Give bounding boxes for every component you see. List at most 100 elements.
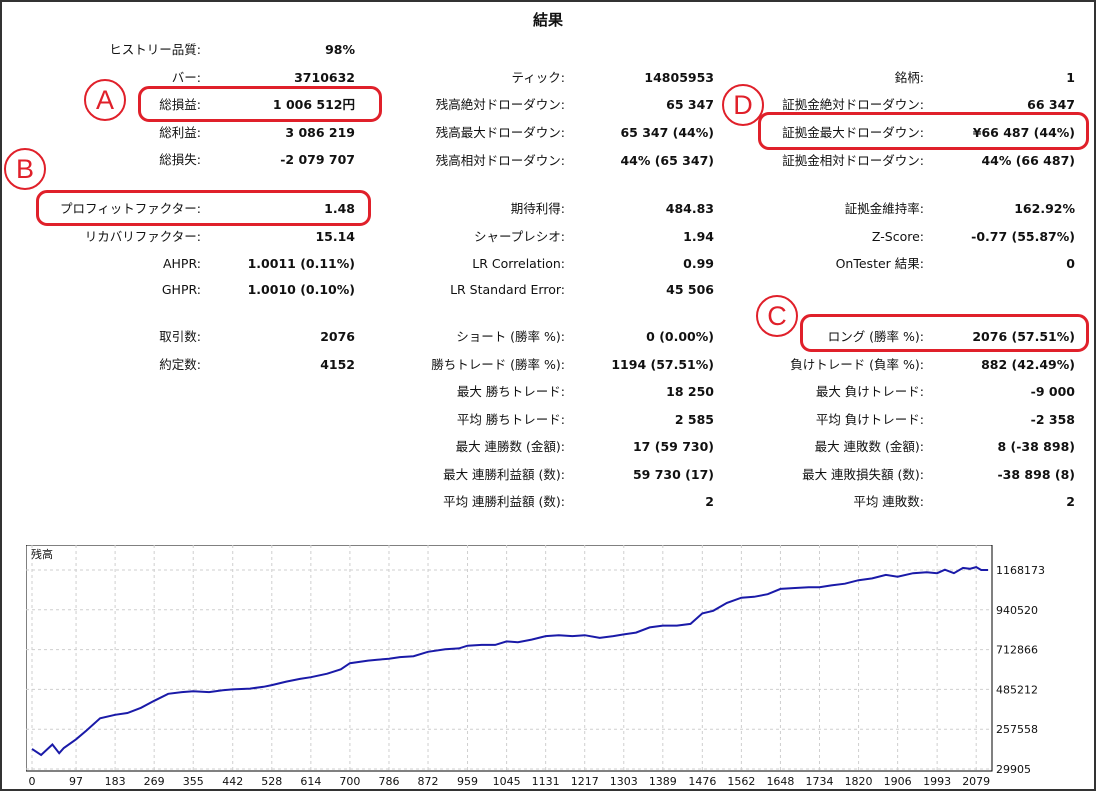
x-tick-label: 528 [261,775,282,788]
highlight-total-profit [138,86,382,122]
x-tick-label: 786 [378,775,399,788]
highlight-equity-max-drawdown [758,112,1089,150]
x-tick-label: 269 [144,775,165,788]
y-tick-label: 29905 [996,763,1031,776]
stat-label: 最大 連勝数 (金額): [455,439,565,454]
x-tick-label: 2079 [962,775,990,788]
x-tick-label: 1303 [610,775,638,788]
stat-value: 2076 [320,329,355,344]
stat-value: 44% (66 487) [981,153,1075,168]
marker-c: C [756,295,798,337]
stat-label: 最大 負けトレード: [815,384,924,399]
stat-value: 1.94 [683,229,714,244]
stat-label: 最大 勝ちトレード: [456,384,565,399]
stat-value: 65 347 (44%) [620,125,714,140]
x-tick-label: 1820 [845,775,873,788]
stat-value: 3 086 219 [285,125,355,140]
stat-label: シャープレシオ: [474,229,565,244]
stat-value: 1.0010 (0.10%) [247,282,355,297]
stat-label: 平均 連敗数: [853,494,924,509]
x-tick-label: 1217 [571,775,599,788]
stat-label: LR Correlation: [472,256,565,271]
stat-label: Z-Score: [871,229,924,244]
stat-value: 65 347 [666,97,714,112]
stat-label: 負けトレード (負率 %): [790,357,924,372]
stat-label: ショート (勝率 %): [456,329,565,344]
stat-value: 1194 (57.51%) [611,357,714,372]
stat-value: 4152 [320,357,355,372]
stat-label: OnTester 結果: [835,256,924,271]
highlight-profit-factor [36,190,371,226]
stat-value: 2 [1066,494,1075,509]
x-tick-label: 1734 [806,775,834,788]
stat-value: 8 (-38 898) [997,439,1075,454]
x-tick-label: 1389 [649,775,677,788]
stat-value: 14805953 [644,70,714,85]
x-tick-label: 442 [222,775,243,788]
balance-chart: 1168173 940520 712866 485212 257558 29905 0 97… [26,545,1045,788]
marker-b: B [4,148,46,190]
x-tick-label: 1131 [532,775,560,788]
stat-value: 0 [1066,256,1075,271]
stat-label: 総損失: [159,152,201,167]
stat-value: 44% (65 347) [620,153,714,168]
stat-value: -2 358 [1030,412,1075,427]
stat-value: -9 000 [1030,384,1075,399]
x-tick-label: 1045 [493,775,521,788]
stat-label: 取引数: [159,329,201,344]
stat-value: 0.99 [683,256,714,271]
stat-label: 平均 勝ちトレード: [456,412,565,427]
stat-label: ヒストリー品質: [109,42,201,57]
stat-value: 162.92% [1014,201,1075,216]
stat-label: 残高絶対ドローダウン: [435,97,565,112]
plot-area [26,545,993,772]
stat-label: 期待利得: [510,201,565,216]
stat-label: AHPR: [162,256,201,271]
stat-label: 約定数: [159,357,201,372]
marker-a: A [84,79,126,121]
stat-value: 882 (42.49%) [981,357,1075,372]
stat-label: LR Standard Error: [450,282,565,297]
stat-label: 最大 連敗数 (金額): [814,439,924,454]
x-tick-label: 872 [418,775,439,788]
x-tick-label: 1648 [766,775,794,788]
stat-label: 平均 連勝利益額 (数): [443,494,565,509]
stat-label: 最大 連敗損失額 (数): [802,467,924,482]
stat-value: 2 [705,494,714,509]
y-tick-label: 1168173 [996,564,1045,577]
y-tick-label: 712866 [996,644,1038,657]
x-tick-label: 959 [457,775,478,788]
stat-label: 平均 負けトレード: [815,412,924,427]
report-title: 結果 [532,11,563,29]
stat-value: 18 250 [666,384,714,399]
stat-label: ティック: [511,70,565,85]
marker-d: D [722,84,764,126]
stat-label: バー: [171,70,201,85]
y-tick-label: 940520 [996,604,1038,617]
stat-label: 証拠金絶対ドローダウン: [782,97,924,112]
x-tick-label: 0 [29,775,36,788]
highlight-long-trades [800,314,1089,352]
y-tick-label: 485212 [996,683,1038,696]
x-tick-label: 700 [339,775,360,788]
y-tick-label: 257558 [996,723,1038,736]
stat-label: 最大 連勝利益額 (数): [443,467,565,482]
stat-label: 勝ちトレード (勝率 %): [431,357,565,372]
stat-value: 66 347 [1027,97,1075,112]
stat-label: 証拠金維持率: [844,201,924,216]
x-tick-label: 355 [183,775,204,788]
stat-label: 証拠金相対ドローダウン: [782,153,924,168]
chart-title: 残高 [31,547,53,561]
stat-value: 1.0011 (0.11%) [247,256,355,271]
stat-value: 1 [1066,70,1075,85]
x-tick-label: 1993 [923,775,951,788]
stat-value: -0.77 (55.87%) [971,229,1075,244]
stat-value: 45 506 [666,282,714,297]
stat-value: 3710632 [294,70,355,85]
stat-label: 残高相対ドローダウン: [435,153,565,168]
stat-value: 2 585 [674,412,714,427]
x-tick-label: 1476 [688,775,716,788]
x-tick-label: 614 [300,775,321,788]
x-tick-label: 1562 [727,775,755,788]
stat-label: 残高最大ドローダウン: [435,125,565,140]
